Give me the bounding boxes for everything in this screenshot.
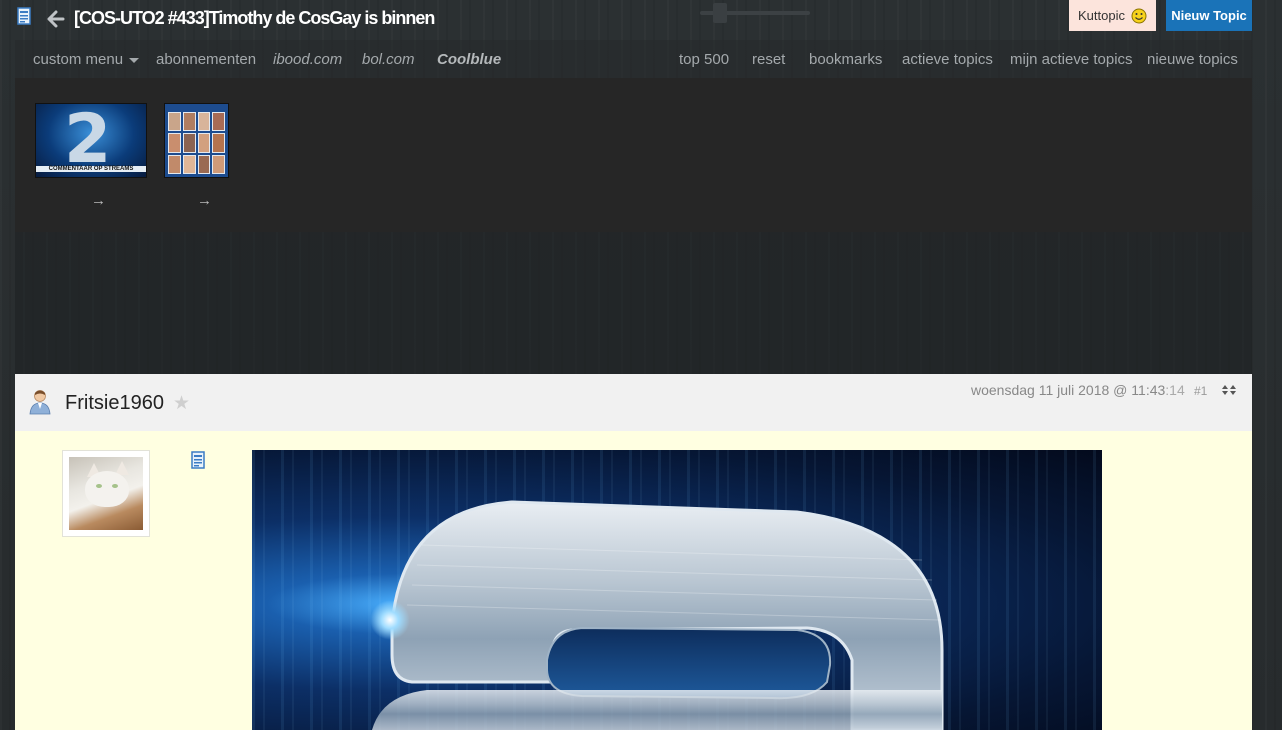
contestant-face (168, 133, 181, 153)
nav-custom-menu-label: custom menu (33, 51, 124, 68)
smiley-icon (1131, 8, 1147, 23)
user-avatar[interactable] (62, 450, 150, 537)
contestant-face (182, 133, 196, 153)
post-date-seconds: :14 (1165, 382, 1185, 398)
nav-ibood[interactable]: ibood.com (273, 51, 342, 68)
kuttopic-button[interactable]: Kuttopic (1069, 0, 1156, 31)
post-number[interactable]: #1 (1194, 384, 1207, 398)
nav-bar: custom menu abonnementen ibood.com bol.c… (15, 40, 1252, 78)
contestant-face (197, 112, 211, 132)
favorite-star-icon[interactable]: ★ (173, 392, 190, 415)
nav-top500[interactable]: top 500 (679, 51, 729, 68)
contestant-face (197, 154, 211, 174)
contestant-face (212, 112, 225, 132)
post-header: Fritsie1960 ★ woensdag 11 juli 2018 @ 11… (15, 374, 1252, 431)
cat-avatar-image (69, 457, 143, 530)
nav-reset[interactable]: reset (752, 51, 785, 68)
cat-eye (112, 484, 118, 488)
thumbnail-panel: 2 COMMENTAAR OP STREAMS → → (15, 78, 1252, 232)
thumbnail-arrow-icon[interactable]: → (91, 192, 106, 209)
post-username[interactable]: Fritsie1960 (65, 392, 164, 415)
nav-bol[interactable]: bol.com (362, 51, 415, 68)
metallic-two-logo (372, 500, 944, 730)
thumbnail-contestants[interactable] (164, 103, 229, 178)
thumbnail-streams[interactable]: 2 COMMENTAAR OP STREAMS (35, 103, 147, 178)
lens-flare (370, 600, 410, 640)
nav-mijn-actieve-topics[interactable]: mijn actieve topics (1010, 51, 1133, 68)
contestant-face (182, 154, 196, 174)
thumbnail-logo-glyph: 2 (64, 103, 112, 178)
contestant-face (197, 133, 211, 153)
kuttopic-label: Kuttopic (1078, 8, 1125, 23)
back-arrow-icon[interactable] (47, 10, 65, 28)
contestant-face (168, 112, 181, 132)
post-body (15, 431, 1252, 730)
new-topic-button[interactable]: Nieuw Topic (1166, 0, 1252, 31)
contestant-face (182, 112, 196, 132)
nav-abonnementen[interactable]: abonnementen (156, 51, 256, 68)
cat-eye (96, 484, 102, 488)
post-embedded-image[interactable] (252, 450, 1102, 730)
nav-coolblue[interactable]: Coolblue (437, 51, 501, 68)
post-date-main: woensdag 11 juli 2018 @ 11:43 (971, 382, 1166, 398)
nav-actieve-topics[interactable]: actieve topics (902, 51, 993, 68)
user-avatar-icon (29, 390, 51, 415)
nav-bookmarks[interactable]: bookmarks (809, 51, 882, 68)
post-date: woensdag 11 juli 2018 @ 11:43:14 (971, 382, 1185, 398)
thumbnail-arrow-icon[interactable]: → (197, 192, 212, 209)
post-document-icon[interactable] (191, 451, 205, 469)
nav-custom-menu[interactable]: custom menu (33, 51, 140, 68)
thumbnail-caption: COMMENTAAR OP STREAMS (36, 166, 146, 172)
topic-title: [COS-UTO2 #433]Timothy de CosGay is binn… (74, 8, 435, 28)
top-bar: [COS-UTO2 #433]Timothy de CosGay is binn… (0, 0, 1282, 40)
contestant-face (212, 154, 225, 174)
contestant-face (212, 133, 225, 153)
contestant-face (168, 154, 181, 174)
topic-document-icon[interactable] (17, 7, 31, 25)
collapse-toggle-icon[interactable] (1221, 384, 1237, 396)
cat-head (85, 471, 129, 507)
width-slider-handle[interactable] (713, 3, 727, 23)
caret-down-icon (129, 57, 140, 63)
nav-nieuwe-topics[interactable]: nieuwe topics (1147, 51, 1238, 68)
banner-area (15, 232, 1252, 374)
